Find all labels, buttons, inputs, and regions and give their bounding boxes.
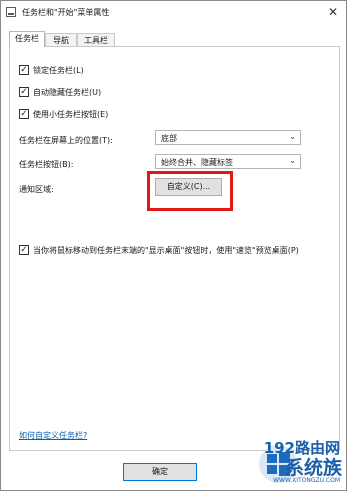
chevron-down-icon: ⌄ bbox=[289, 132, 296, 141]
help-link[interactable]: 如何自定义任务栏? bbox=[19, 430, 87, 441]
watermark-url: WWW.XITONGZU.COM bbox=[273, 477, 340, 484]
taskbar-buttons-label: 任务栏按钮(B): bbox=[19, 160, 74, 169]
tab-navigation[interactable]: 导航 bbox=[45, 33, 77, 46]
auto-hide-checkbox[interactable]: ✓ bbox=[19, 87, 29, 97]
lock-taskbar-label: 锁定任务栏(L) bbox=[33, 66, 84, 75]
peek-checkbox[interactable]: ✓ bbox=[19, 245, 29, 255]
position-select[interactable]: 底部 ⌄ bbox=[155, 130, 301, 145]
close-icon[interactable]: ✕ bbox=[326, 5, 340, 19]
position-label: 任务栏在屏幕上的位置(T): bbox=[19, 136, 113, 145]
position-value: 底部 bbox=[161, 134, 177, 143]
taskbar-buttons-select[interactable]: 始终合并、隐藏标签 ⌄ bbox=[155, 154, 301, 169]
notification-area-label: 通知区域: bbox=[19, 185, 54, 194]
title-bar: 任务栏和"开始"菜单属性 ✕ bbox=[1, 1, 346, 25]
ok-button[interactable]: 确定 bbox=[123, 463, 197, 481]
chevron-down-icon: ⌄ bbox=[289, 156, 296, 165]
taskbar-app-icon bbox=[6, 7, 16, 17]
properties-dialog: 任务栏和"开始"菜单属性 ✕ 任务栏 导航 工具栏 ✓ 锁定任务栏(L) ✓ 自… bbox=[0, 0, 347, 491]
lock-taskbar-checkbox[interactable]: ✓ bbox=[19, 65, 29, 75]
peek-label: 当你将鼠标移动到任务栏末端的"显示桌面"按钮时，使用"速览"预览桌面(P) bbox=[33, 246, 299, 255]
small-buttons-label: 使用小任务栏按钮(E) bbox=[33, 110, 109, 119]
watermark-brand: 系统族 bbox=[284, 457, 342, 479]
auto-hide-label: 自动隐藏任务栏(U) bbox=[33, 88, 102, 97]
taskbar-buttons-value: 始终合并、隐藏标签 bbox=[161, 158, 233, 167]
red-highlight-box bbox=[147, 171, 233, 211]
tab-toolbars[interactable]: 工具栏 bbox=[77, 33, 115, 46]
small-buttons-checkbox[interactable]: ✓ bbox=[19, 109, 29, 119]
tab-taskbar[interactable]: 任务栏 bbox=[9, 31, 45, 47]
window-title: 任务栏和"开始"菜单属性 bbox=[22, 8, 110, 17]
